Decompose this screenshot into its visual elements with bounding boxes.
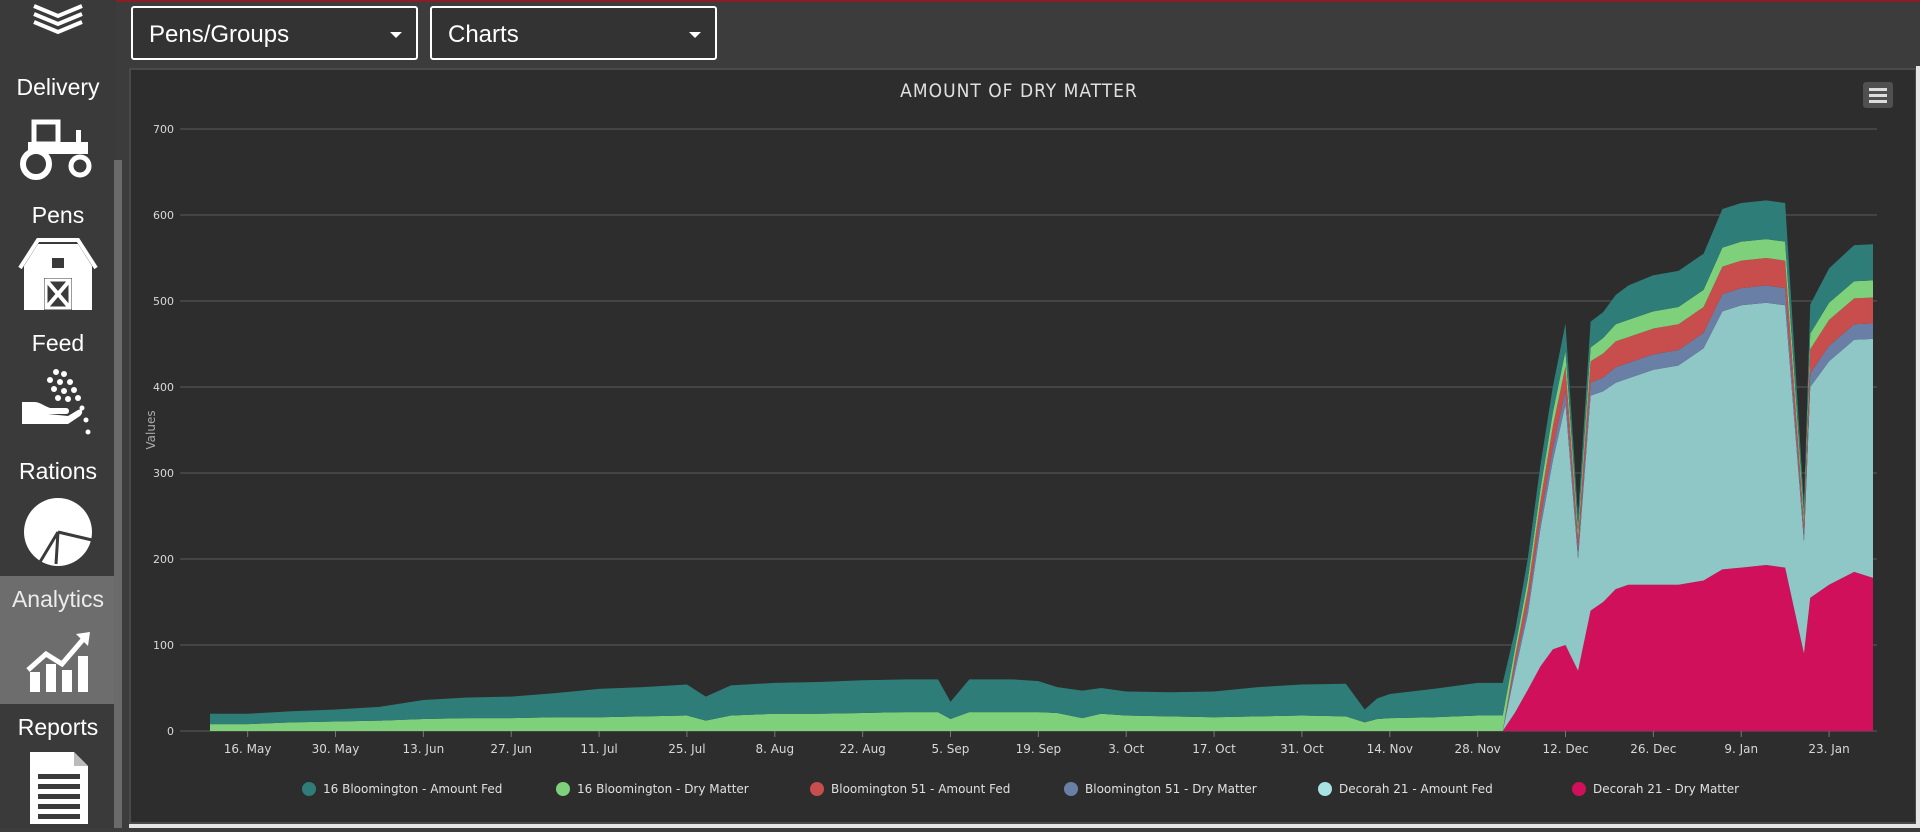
panel-edge bbox=[1916, 66, 1920, 828]
sidebar-item-label: Rations bbox=[19, 458, 97, 484]
y-tick-label: 300 bbox=[153, 467, 174, 480]
sidebar-item-delivery[interactable]: Delivery bbox=[0, 64, 116, 192]
analytics-icon bbox=[26, 632, 90, 692]
view-dropdown-value: Charts bbox=[448, 21, 519, 48]
sidebar-item-label: Feed bbox=[31, 330, 85, 356]
legend-marker bbox=[1064, 782, 1078, 796]
y-tick-label: 200 bbox=[153, 553, 174, 566]
legend-item[interactable]: Bloomington 51 - Amount Fed bbox=[831, 782, 1010, 796]
x-tick-label: 19. Sep bbox=[1016, 742, 1062, 756]
chevron-down-icon bbox=[689, 32, 701, 38]
barn-icon bbox=[18, 238, 98, 310]
sidebar-item-pens[interactable]: Pens bbox=[0, 192, 116, 320]
sidebar-item-reports[interactable]: Reports bbox=[0, 704, 116, 832]
y-tick-label: 400 bbox=[153, 381, 174, 394]
legend-marker bbox=[556, 782, 570, 796]
legend-marker bbox=[810, 782, 824, 796]
y-tick-label: 100 bbox=[153, 639, 174, 652]
x-tick-label: 17. Oct bbox=[1192, 742, 1236, 756]
x-tick-label: 9. Jan bbox=[1724, 742, 1758, 756]
area-chart: 0 100 200 300 400 500 600 700 Values 16. May 30. M… bbox=[144, 123, 1877, 796]
sidebar: Delivery Pens Feed Rations Analytics Rep… bbox=[0, 0, 116, 828]
x-tick-label: 25. Jul bbox=[668, 742, 705, 756]
sidebar-item-analytics[interactable]: Analytics bbox=[0, 576, 116, 704]
chevron-down-icon bbox=[390, 32, 402, 38]
y-tick-label: 500 bbox=[153, 295, 174, 308]
legend-item[interactable]: Bloomington 51 - Dry Matter bbox=[1085, 782, 1257, 796]
x-tick-label: 3. Oct bbox=[1108, 742, 1144, 756]
sidebar-item-feed[interactable]: Feed bbox=[0, 320, 116, 448]
top-accent-line bbox=[0, 0, 1920, 2]
x-tick-label: 11. Jul bbox=[580, 742, 617, 756]
x-tick-label: 14. Nov bbox=[1367, 742, 1413, 756]
sidebar-item-rations[interactable]: Rations bbox=[0, 448, 116, 576]
legend-marker bbox=[1572, 782, 1586, 796]
x-tick-label: 8. Aug bbox=[755, 742, 794, 756]
sidebar-item-label: Analytics bbox=[11, 586, 105, 612]
x-tick-label: 31. Oct bbox=[1280, 742, 1324, 756]
report-document-icon bbox=[30, 752, 88, 824]
legend-marker bbox=[302, 782, 316, 796]
legend-item[interactable]: Decorah 21 - Dry Matter bbox=[1593, 782, 1739, 796]
feed-hand-icon bbox=[22, 369, 91, 435]
x-tick-label: 27. Jun bbox=[490, 742, 532, 756]
sidebar-scrollbar[interactable] bbox=[114, 160, 122, 828]
x-tick-label: 23. Jan bbox=[1808, 742, 1849, 756]
x-tick-label: 5. Sep bbox=[932, 742, 970, 756]
legend-item[interactable]: Decorah 21 - Amount Fed bbox=[1339, 782, 1493, 796]
legend-item[interactable]: 16 Bloomington - Amount Fed bbox=[323, 782, 502, 796]
sidebar-item-label: Delivery bbox=[16, 74, 100, 100]
x-tick-label: 26. Dec bbox=[1630, 742, 1676, 756]
y-tick-label: 600 bbox=[153, 209, 174, 222]
legend-marker bbox=[1318, 782, 1332, 796]
sidebar-item-label: Pens bbox=[31, 202, 85, 228]
view-dropdown[interactable]: Charts bbox=[430, 6, 717, 60]
x-tick-label: 30. May bbox=[312, 742, 360, 756]
y-tick-label: 700 bbox=[153, 123, 174, 136]
layers-icon[interactable] bbox=[30, 0, 86, 36]
legend-item[interactable]: 16 Bloomington - Dry Matter bbox=[577, 782, 749, 796]
y-tick-label: 0 bbox=[167, 725, 174, 738]
y-axis-label: Values bbox=[144, 410, 158, 449]
tractor-icon bbox=[20, 119, 92, 180]
pens-groups-dropdown[interactable]: Pens/Groups bbox=[131, 6, 418, 60]
pens-groups-dropdown-value: Pens/Groups bbox=[149, 21, 290, 48]
x-tick-label: 16. May bbox=[224, 742, 272, 756]
sidebar-item-label: Reports bbox=[17, 714, 99, 740]
pie-chart-icon bbox=[24, 498, 93, 566]
x-tick-label: 28. Nov bbox=[1454, 742, 1500, 756]
panel-bottom-edge bbox=[129, 824, 1920, 828]
x-tick-label: 22. Aug bbox=[839, 742, 885, 756]
x-tick-label: 12. Dec bbox=[1542, 742, 1588, 756]
x-tick-label: 13. Jun bbox=[403, 742, 445, 756]
